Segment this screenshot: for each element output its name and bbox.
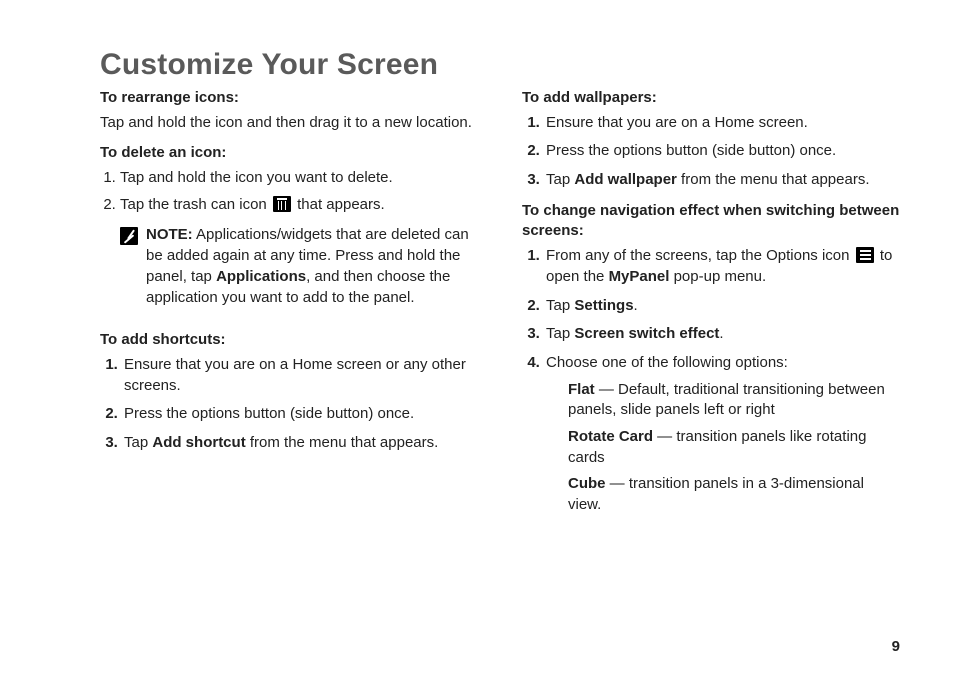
delete-step-2: Tap the trash can icon that appears. xyxy=(120,195,478,216)
nav-steps: From any of the screens, tap the Options… xyxy=(522,246,900,516)
wallpaper-s3b: from the menu that appears. xyxy=(677,171,870,188)
right-column: To add wallpapers: Ensure that you are o… xyxy=(522,88,900,526)
manual-page: Customize Your Screen To rearrange icons… xyxy=(0,0,954,677)
delete-step-1: Tap and hold the icon you want to delete… xyxy=(120,168,478,189)
shortcuts-steps: Ensure that you are on a Home screen or … xyxy=(100,355,478,454)
heading-delete: To delete an icon: xyxy=(100,143,478,164)
nav-s1a: From any of the screens, tap the Options… xyxy=(546,247,850,264)
nav-step-1: From any of the screens, tap the Options… xyxy=(544,246,900,287)
delete-step-2a: Tap the trash can icon xyxy=(120,196,267,213)
delete-step-2b: that appears. xyxy=(297,196,385,213)
nav-s3c: . xyxy=(719,325,723,342)
shortcut-s3b: from the menu that appears. xyxy=(246,434,439,451)
wallpaper-steps: Ensure that you are on a Home screen. Pr… xyxy=(522,113,900,191)
option-flat: Flat — Default, traditional transitionin… xyxy=(568,380,900,421)
nav-s1c: pop-up menu. xyxy=(669,268,766,285)
shortcut-s3bold: Add shortcut xyxy=(152,434,245,451)
option-rotate: Rotate Card — transition panels like rot… xyxy=(568,427,900,468)
wallpaper-s3a: Tap xyxy=(546,171,574,188)
nav-s3a: Tap xyxy=(546,325,574,342)
wallpaper-step-1: Ensure that you are on a Home screen. xyxy=(544,113,900,134)
nav-step-3: Tap Screen switch effect. xyxy=(544,324,900,345)
trash-icon xyxy=(273,196,291,212)
note-label: NOTE: xyxy=(146,226,193,243)
nav-s2a: Tap xyxy=(546,297,574,314)
shortcut-step-3: Tap Add shortcut from the menu that appe… xyxy=(122,433,478,454)
option-cube: Cube — transition panels in a 3-dimensio… xyxy=(568,474,900,515)
opt-cube-t: — transition panels in a 3-dimensional v… xyxy=(568,475,864,513)
page-title: Customize Your Screen xyxy=(100,48,900,82)
shortcut-s3a: Tap xyxy=(124,434,152,451)
nav-s1bold: MyPanel xyxy=(609,268,670,285)
left-column: To rearrange icons: Tap and hold the ico… xyxy=(100,88,478,526)
heading-shortcuts: To add shortcuts: xyxy=(100,330,478,351)
heading-wallpapers: To add wallpapers: xyxy=(522,88,900,109)
opt-rot-b: Rotate Card xyxy=(568,428,653,445)
nav-s2c: . xyxy=(634,297,638,314)
rearrange-body: Tap and hold the icon and then drag it t… xyxy=(100,113,478,134)
note-text: NOTE: Applications/widgets that are dele… xyxy=(146,225,478,308)
wallpaper-step-3: Tap Add wallpaper from the menu that app… xyxy=(544,170,900,191)
opt-flat-b: Flat xyxy=(568,381,595,398)
wallpaper-s3bold: Add wallpaper xyxy=(574,171,677,188)
nav-step-2: Tap Settings. xyxy=(544,296,900,317)
opt-flat-t: — Default, traditional transitioning bet… xyxy=(568,381,885,419)
nav-s3b: Screen switch effect xyxy=(574,325,719,342)
nav-step-4: Choose one of the following options: Fla… xyxy=(544,353,900,516)
nav-s4: Choose one of the following options: xyxy=(546,354,788,371)
options-icon xyxy=(856,247,874,263)
delete-steps: Tap and hold the icon you want to delete… xyxy=(100,168,478,215)
note-bold: Applications xyxy=(216,268,306,285)
opt-cube-b: Cube xyxy=(568,475,606,492)
heading-rearrange: To rearrange icons: xyxy=(100,88,478,109)
nav-s2b: Settings xyxy=(574,297,633,314)
shortcut-step-1: Ensure that you are on a Home screen or … xyxy=(122,355,478,396)
note-icon xyxy=(120,227,138,245)
shortcut-step-2: Press the options button (side button) o… xyxy=(122,404,478,425)
note-block: NOTE: Applications/widgets that are dele… xyxy=(120,225,478,308)
heading-nav-effect: To change navigation effect when switchi… xyxy=(522,201,900,242)
content-columns: To rearrange icons: Tap and hold the ico… xyxy=(100,88,900,526)
page-number: 9 xyxy=(892,638,900,655)
wallpaper-step-2: Press the options button (side button) o… xyxy=(544,141,900,162)
